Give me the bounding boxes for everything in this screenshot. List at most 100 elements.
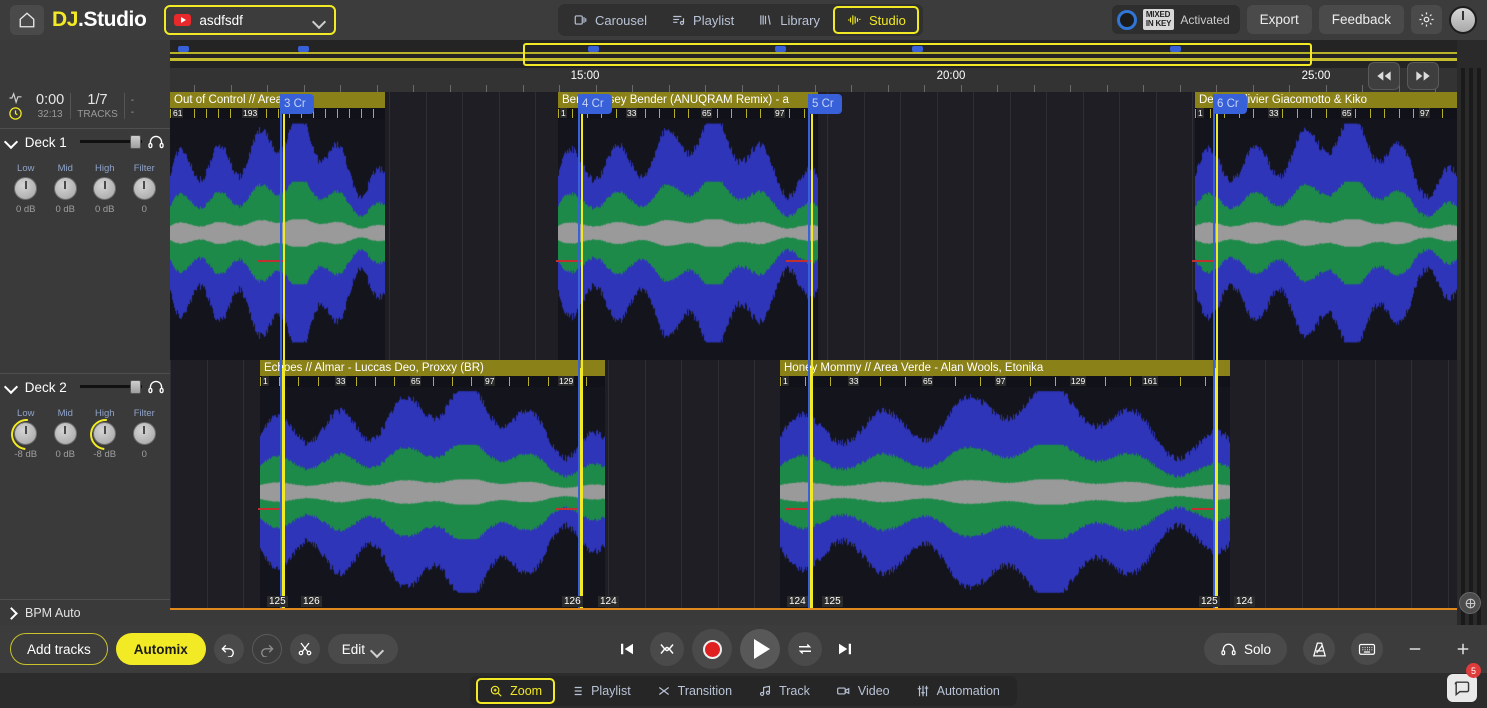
track-clip[interactable]: Echoes // Almar - Luccas Deo, Proxxy (BR… xyxy=(260,360,605,610)
scroll-lock-button[interactable] xyxy=(1459,592,1481,614)
project-selector[interactable]: asdfsdf xyxy=(164,5,336,35)
skip-next-button[interactable] xyxy=(830,634,860,664)
play-button[interactable] xyxy=(740,629,780,669)
feedback-button[interactable]: Feedback xyxy=(1319,5,1404,34)
timeline-right-gutter xyxy=(1457,40,1487,625)
transition-marker[interactable] xyxy=(1215,368,1217,608)
nav-item-carousel[interactable]: Carousel xyxy=(562,7,658,33)
track-clip[interactable]: Out of Control // Area V61193 xyxy=(170,92,385,360)
tab-label-transition: Transition xyxy=(678,684,732,698)
rewind-button[interactable] xyxy=(1368,62,1400,90)
transition-button[interactable] xyxy=(650,632,684,666)
edit-menu-button[interactable]: Edit xyxy=(328,634,398,664)
deck-1-volume-fader[interactable] xyxy=(80,135,141,149)
grid-line xyxy=(1265,360,1266,610)
export-button[interactable]: Export xyxy=(1247,5,1312,34)
deck-1-lane[interactable]: Out of Control // Area V61193 Bermondsey … xyxy=(170,92,1457,360)
beat-tick xyxy=(1399,109,1400,118)
track-clip[interactable]: Bermondsey Bender (ANUQRAM Remix) - a133… xyxy=(558,92,818,360)
chevron-down-icon[interactable] xyxy=(5,137,19,147)
timeline-ruler[interactable]: 15:0020:0025:00 xyxy=(170,68,1457,92)
ruler-tick xyxy=(778,85,779,92)
deck-2-header[interactable]: Deck 2 xyxy=(0,374,170,400)
deck-1-mid-knob[interactable] xyxy=(54,177,77,200)
deck-2-mid-knob[interactable] xyxy=(54,422,77,445)
redo-button[interactable] xyxy=(252,634,282,664)
chevron-down-icon[interactable] xyxy=(5,382,19,392)
transition-marker[interactable] xyxy=(282,368,284,608)
deck-2-filter-knob[interactable] xyxy=(133,422,156,445)
automix-button[interactable]: Automix xyxy=(116,633,206,665)
library-icon xyxy=(758,13,773,27)
solo-button[interactable]: Solo xyxy=(1204,633,1287,665)
undo-button[interactable] xyxy=(214,634,244,664)
cue-marker-line[interactable] xyxy=(808,94,810,610)
overview-marker[interactable] xyxy=(298,46,309,52)
cut-button[interactable] xyxy=(290,634,320,664)
mixed-in-key-status[interactable]: MIXED IN KEY Activated xyxy=(1112,5,1240,34)
loop-icon xyxy=(796,641,814,657)
deck-2-high-knob[interactable] xyxy=(93,422,116,445)
deck-1-high-knob[interactable] xyxy=(93,177,116,200)
deck-1-filter-knob[interactable] xyxy=(133,177,156,200)
tab-playlist[interactable]: Playlist xyxy=(559,678,642,704)
nav-item-playlist[interactable]: Playlist xyxy=(660,7,745,33)
cue-marker-flag[interactable]: 3 Cr xyxy=(280,94,314,114)
cue-marker-flag[interactable]: 4 Cr xyxy=(578,94,612,114)
ruler-tick xyxy=(340,85,341,92)
cue-marker-flag[interactable]: 5 Cr xyxy=(808,94,842,114)
keyboard-shortcuts-button[interactable] xyxy=(1351,633,1383,665)
fast-forward-button[interactable] xyxy=(1407,62,1439,90)
tab-track[interactable]: Track xyxy=(747,678,821,704)
tab-automation[interactable]: Automation xyxy=(905,678,1011,704)
tab-video[interactable]: Video xyxy=(825,678,901,704)
deck-2-volume-fader[interactable] xyxy=(80,380,141,394)
deck-2-low-knob[interactable] xyxy=(14,422,37,445)
home-button[interactable] xyxy=(10,5,44,35)
track-clip[interactable]: Deca - Olivier Giacomotto & Kiko1336597 xyxy=(1195,92,1457,360)
loop-button[interactable] xyxy=(788,632,822,666)
timeline-overview[interactable] xyxy=(170,40,1457,68)
beat-tick xyxy=(325,109,326,118)
track-clip-title: Out of Control // Area V xyxy=(170,92,385,108)
waveform xyxy=(558,119,818,347)
beat-tick xyxy=(230,109,231,118)
nav-item-studio[interactable]: Studio xyxy=(833,6,919,34)
cue-marker-line[interactable] xyxy=(1213,94,1215,610)
beat-tick xyxy=(528,377,529,386)
deck-1-cue-headphones-icon[interactable] xyxy=(147,135,165,149)
nav-item-library[interactable]: Library xyxy=(747,7,831,33)
deck-2-cue-headphones-icon[interactable] xyxy=(147,380,165,394)
tab-zoom[interactable]: Zoom xyxy=(476,678,555,704)
transition-marker[interactable] xyxy=(810,368,812,608)
beat-number: 65 xyxy=(1341,108,1352,118)
deck-1-header[interactable]: Deck 1 xyxy=(0,129,170,155)
beat-tick xyxy=(1195,109,1196,118)
deck-1-low-knob[interactable] xyxy=(14,177,37,200)
deck-2-lane[interactable]: Echoes // Almar - Luccas Deo, Proxxy (BR… xyxy=(170,360,1457,610)
track-clip[interactable]: Honey Mommy // Area Verde - Alan Wools, … xyxy=(780,360,1230,610)
timeline[interactable]: 15:0020:0025:00 Out of Control // Area V… xyxy=(170,68,1457,610)
metronome-button[interactable] xyxy=(1303,633,1335,665)
add-tracks-button[interactable]: Add tracks xyxy=(10,633,108,665)
overview-viewport-window[interactable] xyxy=(523,43,1312,66)
tab-transition[interactable]: Transition xyxy=(646,678,743,704)
skip-previous-button[interactable] xyxy=(612,634,642,664)
overview-marker[interactable] xyxy=(178,46,189,52)
ruler-tick xyxy=(1107,85,1108,92)
cue-marker-flag[interactable]: 6 Cr xyxy=(1213,94,1247,114)
knob-value: 0 xyxy=(127,204,161,215)
zoom-out-button[interactable] xyxy=(1399,633,1431,665)
chat-button[interactable] xyxy=(1447,674,1477,702)
skip-next-icon xyxy=(836,640,854,658)
cue-marker-line[interactable] xyxy=(578,94,580,610)
playlist-icon xyxy=(671,13,686,27)
settings-button[interactable] xyxy=(1411,5,1442,34)
grid-line xyxy=(973,92,974,360)
transition-marker[interactable] xyxy=(580,368,582,608)
zoom-in-button[interactable] xyxy=(1447,633,1479,665)
master-volume-knob[interactable] xyxy=(1449,6,1477,34)
bpm-auto-row[interactable]: BPM Auto xyxy=(0,599,170,625)
record-button[interactable] xyxy=(692,629,732,669)
cue-marker-line[interactable] xyxy=(280,94,282,610)
